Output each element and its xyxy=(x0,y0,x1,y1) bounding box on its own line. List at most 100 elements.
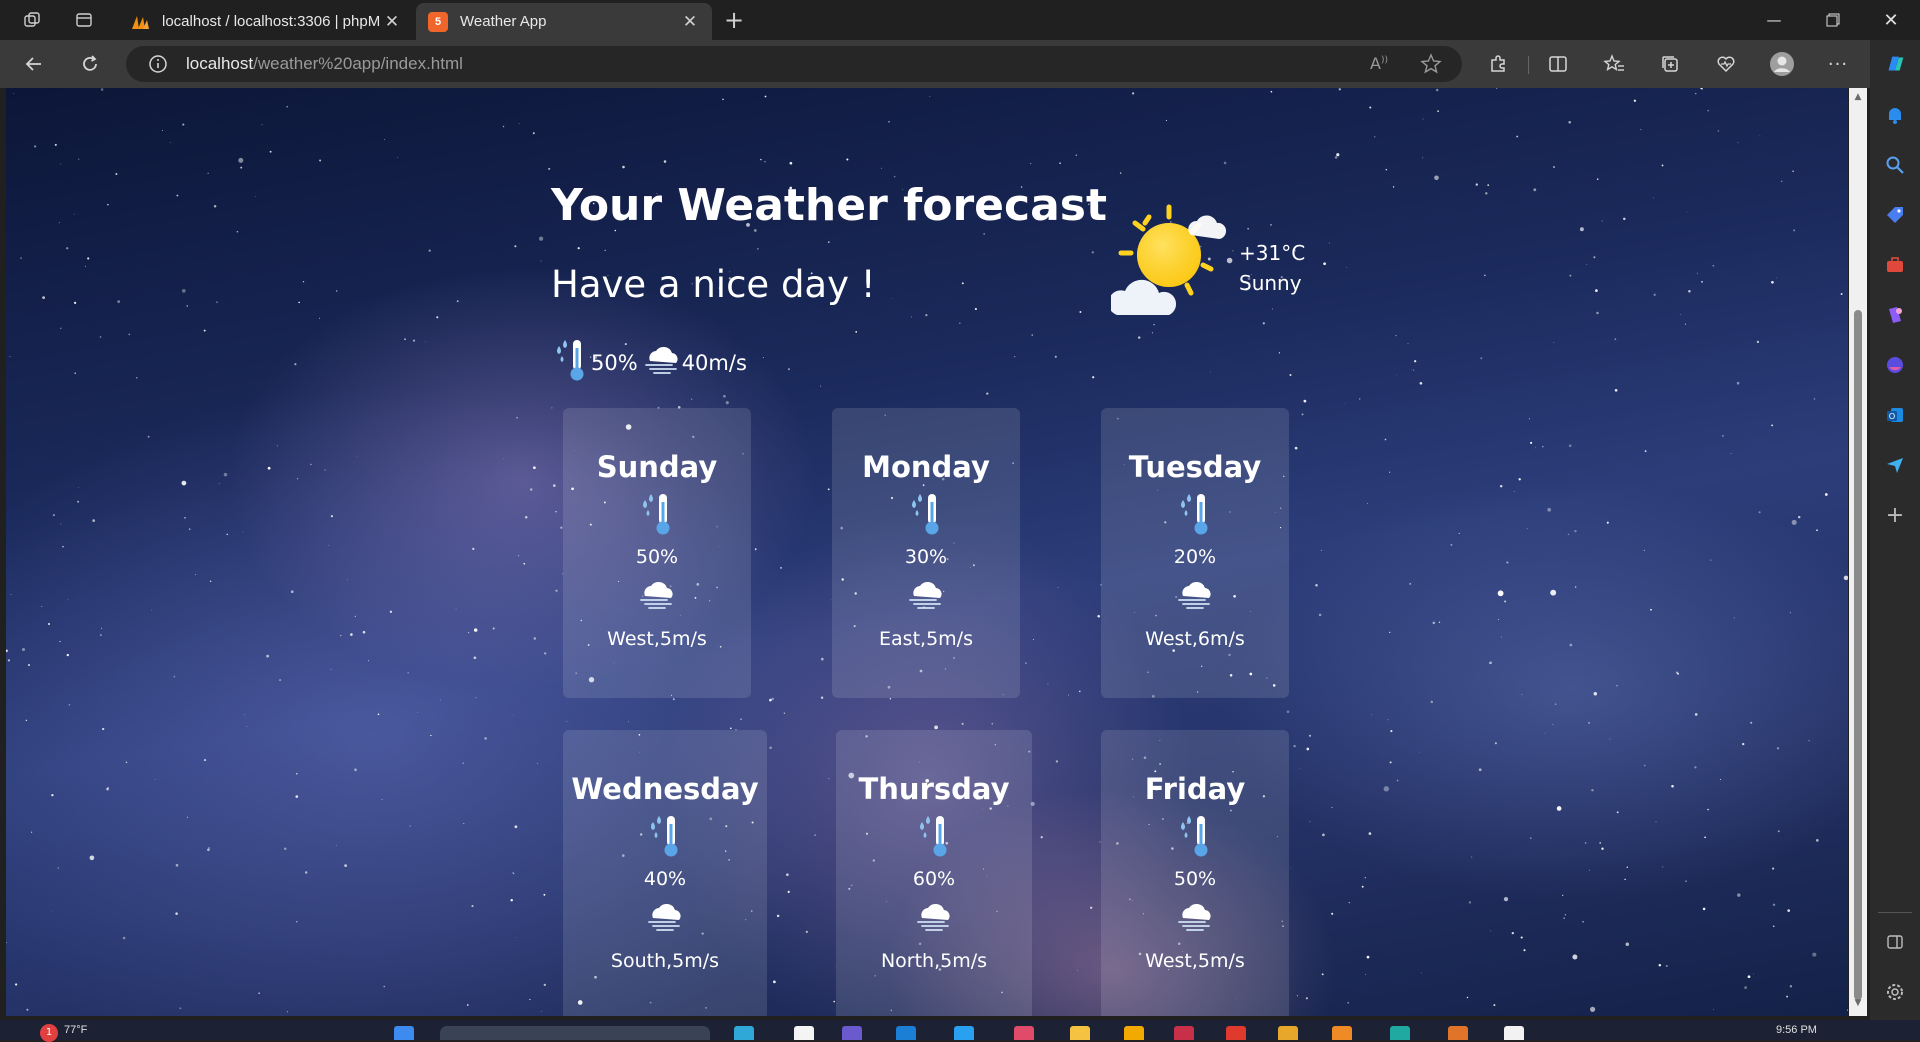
taskbar-app-icon[interactable] xyxy=(1174,1026,1194,1040)
taskbar-app-icon[interactable] xyxy=(794,1026,814,1040)
humidity-thermometer-icon xyxy=(1101,492,1289,536)
wind-cloud-icon xyxy=(1101,900,1289,934)
microsoft-365-icon[interactable] xyxy=(1883,353,1907,377)
forecast-card-wednesday: Wednesday 40% South,5m/s xyxy=(563,730,767,1016)
add-sidebar-app-icon[interactable]: + xyxy=(1883,503,1907,528)
browser-toolbar: localhost/weather%20app/index.html A)) ·… xyxy=(0,40,1880,88)
hide-sidebar-icon[interactable] xyxy=(1883,930,1907,954)
forecast-card-friday: Friday 50% West,5m/s xyxy=(1101,730,1289,1016)
edge-sidebar: O + xyxy=(1870,40,1920,1020)
address-bar[interactable]: localhost/weather%20app/index.html A)) xyxy=(126,46,1462,82)
forecast-day: Monday xyxy=(862,450,990,484)
workspaces-icon[interactable] xyxy=(14,4,50,36)
wind-cloud-icon xyxy=(1101,578,1289,612)
sidebar-divider xyxy=(1878,912,1912,913)
forecast-day: Wednesday xyxy=(571,772,759,806)
taskbar-search-box[interactable] xyxy=(440,1026,710,1040)
browser-essentials-icon[interactable] xyxy=(1708,48,1744,80)
split-screen-icon[interactable] xyxy=(1540,48,1576,80)
forecast-wind: South,5m/s xyxy=(610,950,720,972)
tab-title: Weather App xyxy=(460,13,547,30)
humidity-thermometer-icon xyxy=(551,338,591,387)
scrollbar-thumb[interactable] xyxy=(1854,310,1862,1000)
tab-title: localhost / localhost:3306 | phpM xyxy=(162,13,381,30)
tools-briefcase-icon[interactable] xyxy=(1883,253,1907,277)
taskbar-app-icon[interactable] xyxy=(954,1026,974,1040)
phpmyadmin-icon xyxy=(130,12,150,32)
collections-icon[interactable] xyxy=(1652,48,1688,80)
forecast-day: Tuesday xyxy=(1128,450,1262,484)
sidebar-settings-gear-icon[interactable] xyxy=(1883,980,1907,1004)
page-title: Your Weather forecast xyxy=(551,180,1108,231)
settings-more-icon[interactable]: ··· xyxy=(1820,48,1856,80)
shopping-tag-icon[interactable] xyxy=(1883,203,1907,227)
taskbar-app-icon[interactable] xyxy=(1226,1026,1246,1040)
current-weather: +31°C Sunny xyxy=(1239,238,1305,298)
close-tab-icon[interactable]: ✕ xyxy=(382,12,402,32)
taskbar-app-icon[interactable] xyxy=(1278,1026,1298,1040)
forecast-wind: West,6m/s xyxy=(1145,628,1245,650)
start-button-icon[interactable] xyxy=(394,1026,414,1040)
new-tab-icon[interactable]: + xyxy=(716,4,752,36)
humidity-thermometer-icon xyxy=(836,814,1032,858)
minimize-icon[interactable]: — xyxy=(1747,0,1801,40)
taskbar-app-icon[interactable] xyxy=(1070,1026,1090,1040)
taskbar-app-icon[interactable] xyxy=(734,1026,754,1040)
taskbar-app-icon[interactable] xyxy=(1124,1026,1144,1040)
url-host: localhost xyxy=(186,54,254,73)
favorites-icon[interactable] xyxy=(1596,48,1632,80)
tab-weather-app[interactable]: 5 Weather App ✕ xyxy=(416,3,712,40)
url-text: localhost/weather%20app/index.html xyxy=(186,54,463,74)
favorite-star-icon[interactable] xyxy=(1420,53,1442,79)
svg-text:O: O xyxy=(1889,412,1895,421)
forecast-humidity: 50% xyxy=(1173,868,1217,890)
current-stats: 50% 40m/s xyxy=(551,338,747,387)
taskbar-app-icon[interactable] xyxy=(1448,1026,1468,1040)
forecast-day: Friday xyxy=(1144,772,1246,806)
notification-badge: 1 xyxy=(40,1024,58,1042)
scroll-down-arrow-icon[interactable]: ▼ xyxy=(1852,998,1864,1010)
restore-icon[interactable] xyxy=(1806,0,1860,40)
site-info-icon[interactable] xyxy=(148,54,168,78)
humidity-thermometer-icon xyxy=(1101,814,1289,858)
games-icon[interactable] xyxy=(1883,303,1907,327)
close-window-icon[interactable]: ✕ xyxy=(1864,0,1918,40)
taskbar-app-icon[interactable] xyxy=(1390,1026,1410,1040)
refresh-icon[interactable] xyxy=(72,48,108,80)
humidity-thermometer-icon xyxy=(832,492,1020,536)
windows-taskbar: 1 77°F 9:56 PM xyxy=(0,1020,1920,1042)
forecast-humidity: 20% xyxy=(1173,546,1217,568)
profile-avatar-icon[interactable] xyxy=(1764,48,1800,80)
taskbar-app-icon[interactable] xyxy=(896,1026,916,1040)
extensions-icon[interactable] xyxy=(1480,48,1516,80)
tab-actions-icon[interactable] xyxy=(66,4,102,36)
search-icon[interactable] xyxy=(1883,153,1907,177)
sunny-weather-icon xyxy=(1108,203,1241,332)
taskbar-weather[interactable]: 77°F xyxy=(64,1024,87,1036)
notification-bell-icon[interactable] xyxy=(1883,103,1907,127)
wind-cloud-icon xyxy=(836,900,1032,934)
taskbar-app-icon[interactable] xyxy=(1332,1026,1352,1040)
current-condition: Sunny xyxy=(1239,271,1302,295)
tab-phpmyadmin[interactable]: localhost / localhost:3306 | phpM ✕ xyxy=(118,3,414,40)
humidity-value: 50% xyxy=(591,350,638,375)
wind-cloud-icon xyxy=(832,578,1020,612)
humidity-thermometer-icon xyxy=(563,492,751,536)
close-tab-icon[interactable]: ✕ xyxy=(680,12,700,32)
taskbar-app-icon[interactable] xyxy=(1014,1026,1034,1040)
taskbar-app-icon[interactable] xyxy=(1504,1026,1524,1040)
forecast-humidity: 50% xyxy=(635,546,679,568)
back-icon[interactable] xyxy=(16,48,52,80)
copilot-icon[interactable] xyxy=(1883,52,1907,76)
forecast-wind: East,5m/s xyxy=(879,628,973,650)
outlook-icon[interactable]: O xyxy=(1883,403,1907,427)
forecast-card-monday: Monday 30% East,5m/s xyxy=(832,408,1020,698)
taskbar-app-icon[interactable] xyxy=(842,1026,862,1040)
wind-cloud-icon xyxy=(563,578,751,612)
page-scrollbar[interactable]: ▲ ▼ xyxy=(1849,88,1867,1016)
forecast-humidity: 40% xyxy=(643,868,687,890)
scroll-up-arrow-icon[interactable]: ▲ xyxy=(1852,92,1864,104)
read-aloud-icon[interactable]: A)) xyxy=(1370,54,1388,73)
taskbar-clock[interactable]: 9:56 PM xyxy=(1776,1024,1817,1036)
send-paper-plane-icon[interactable] xyxy=(1883,453,1907,477)
